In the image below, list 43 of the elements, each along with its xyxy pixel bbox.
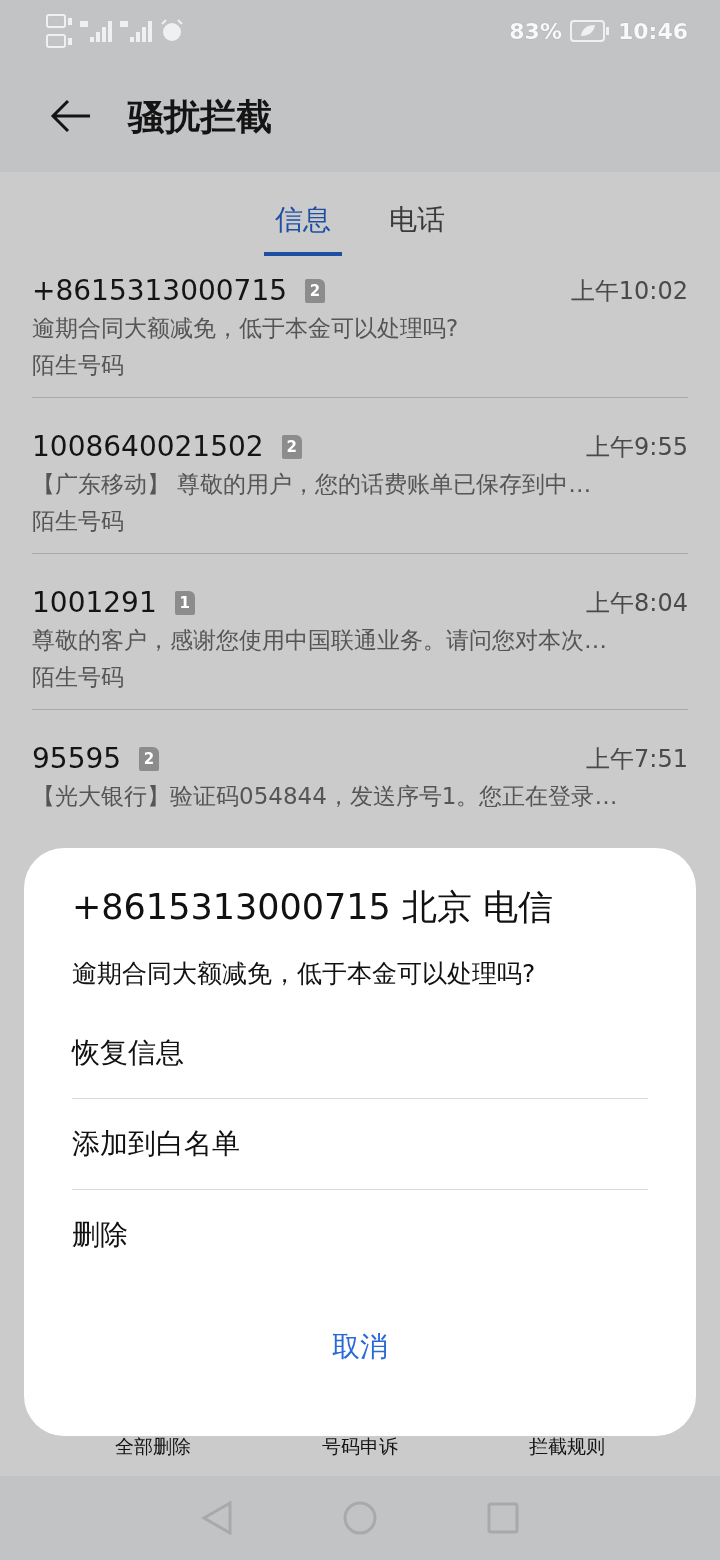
dialog-title: +8615313000715 北京 电信: [72, 886, 555, 929]
message-tag: 陌生号码: [32, 662, 688, 693]
menu-option[interactable]: 添加到白名单: [72, 1099, 648, 1190]
message-time: 上午7:51: [586, 743, 688, 775]
sender-number: 95595: [32, 742, 122, 775]
signal-icon: [80, 19, 114, 43]
signal-icon: [120, 19, 154, 43]
message-tag: 陌生号码: [32, 506, 688, 537]
message-row[interactable]: 95595 2 上午7:51 【光大银行】验证码054844，发送序号1。您正在登录…: [32, 734, 688, 866]
sim-badge: 2: [139, 746, 160, 771]
home-icon[interactable]: [343, 1501, 377, 1535]
sender-number: +8615313000715: [32, 274, 288, 307]
sim-badge: 1: [174, 590, 195, 615]
tab[interactable]: 电话: [378, 194, 456, 256]
message-preview: 尊敬的客户，感谢您使用中国联通业务。请问您对本次…: [32, 626, 608, 655]
message-row[interactable]: 1001291 1 上午8:04 尊敬的客户，感谢您使用中国联通业务。请问您对本次… 陌生号码: [32, 578, 688, 710]
message-row[interactable]: +8615313000715 2 上午10:02 逾期合同大额减免，低于本金可以处理吗? 陌生号码: [32, 266, 688, 398]
toolbar-button[interactable]: 全部删除: [73, 1432, 234, 1462]
screen-title: 骚扰拦截: [128, 94, 272, 139]
message-tag: 陌生号码: [32, 350, 688, 381]
message-time: 上午8:04: [586, 587, 688, 619]
menu-option[interactable]: 删除: [72, 1190, 648, 1280]
message-preview: 逾期合同大额减免，低于本金可以处理吗?: [32, 314, 460, 343]
sim-badge: 2: [281, 434, 302, 459]
toolbar-button[interactable]: 号码申诉: [280, 1432, 440, 1462]
battery-icon: [569, 20, 610, 42]
tab[interactable]: 信息: [264, 194, 342, 256]
sim-badge: 2: [305, 278, 326, 303]
message-time: 上午10:02: [570, 275, 688, 307]
back-icon[interactable]: [201, 1501, 233, 1535]
dialog-message: 逾期合同大额减免，低于本金可以处理吗?: [72, 958, 537, 990]
back-arrow-icon: [50, 98, 92, 133]
toolbar-button[interactable]: 拦截规则: [486, 1432, 647, 1462]
sender-number: 1001291: [32, 586, 157, 619]
message-preview: 【广东移动】 尊敬的用户，您的话费账单已保存到中…: [32, 470, 593, 499]
sender-number: 1008640021502: [32, 430, 264, 463]
message-time: 上午9:55: [586, 431, 688, 463]
cancel-button[interactable]: 取消: [312, 1320, 408, 1374]
message-preview: 【光大银行】验证码054844，发送序号1。您正在登录…: [32, 782, 619, 811]
message-row[interactable]: 1008640021502 2 上午9:55 【广东移动】 尊敬的用户，您的话费账单已保存到中… 陌生号码: [32, 422, 688, 554]
recents-icon[interactable]: [487, 1502, 519, 1534]
menu-option[interactable]: 恢复信息: [72, 1008, 648, 1099]
alarm-icon: [160, 19, 184, 43]
